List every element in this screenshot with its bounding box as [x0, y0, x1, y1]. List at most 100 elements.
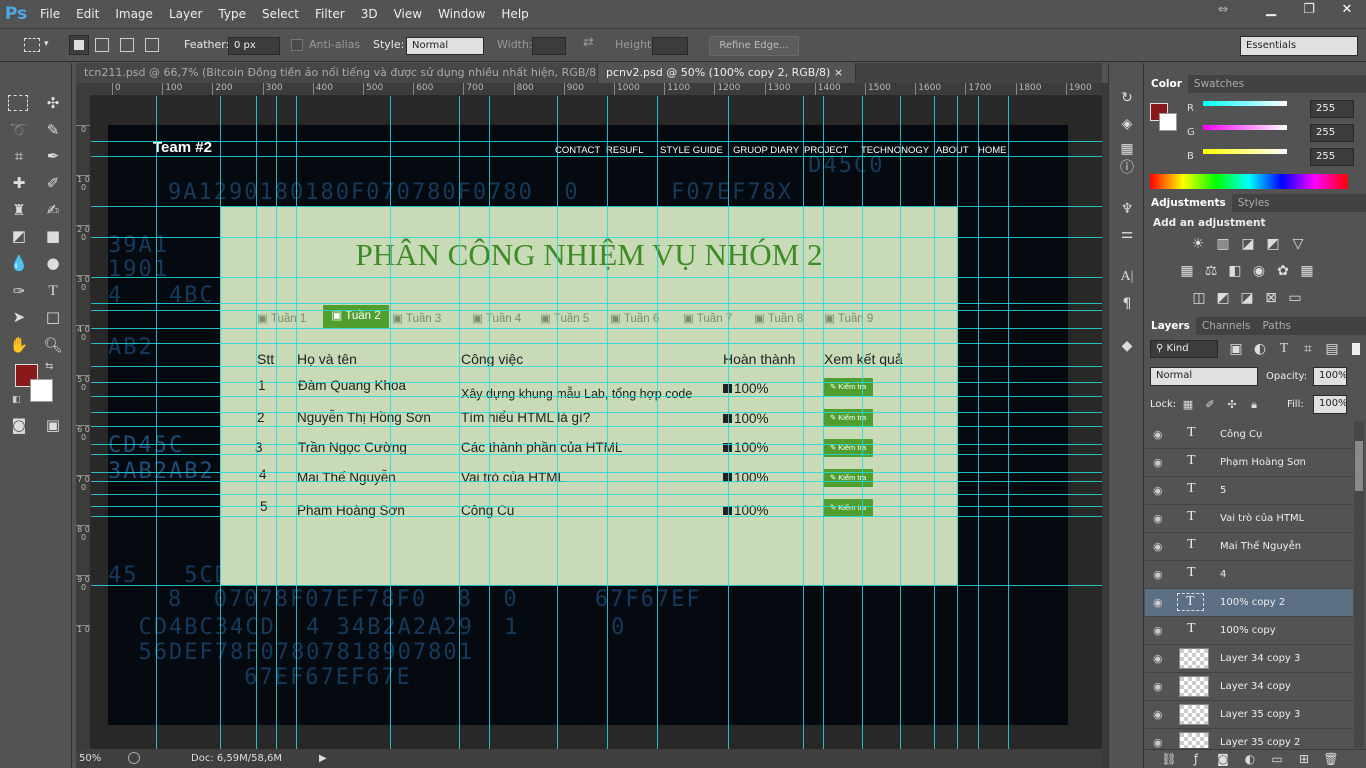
layer-row[interactable]: ◉ Layer 35 copy 3: [1145, 701, 1353, 729]
brush-icon[interactable]: ✐: [40, 171, 66, 195]
gradient-map-icon[interactable]: ▭: [1286, 289, 1304, 307]
history-icon[interactable]: ↻: [1115, 87, 1139, 109]
week-tab-3[interactable]: ▣ Tuần 3: [392, 311, 441, 325]
zoom-icon[interactable]: 🔍︎: [40, 333, 66, 357]
background-color-swatch[interactable]: [30, 379, 53, 402]
close-icon[interactable]: ✕: [1328, 0, 1366, 20]
menu-3d[interactable]: 3D: [353, 0, 386, 28]
eye-icon[interactable]: ◉: [1153, 568, 1163, 581]
check-result-button[interactable]: ✎ Kiểm tra: [823, 499, 873, 517]
levels-icon[interactable]: ▥: [1214, 235, 1232, 253]
layer-row[interactable]: ◉ T 100% copy: [1145, 617, 1353, 645]
eye-icon[interactable]: ◉: [1153, 484, 1163, 497]
guide-line[interactable]: [657, 96, 658, 749]
eye-icon[interactable]: ◉: [1153, 624, 1163, 637]
guide-line[interactable]: [91, 310, 1102, 311]
layer-row[interactable]: ◉ T Công Cụ: [1145, 421, 1353, 449]
add-selection-icon[interactable]: [95, 38, 109, 52]
blur-icon[interactable]: 💧: [6, 251, 32, 275]
black-white-icon[interactable]: ◧: [1226, 262, 1244, 280]
guide-line[interactable]: [489, 96, 490, 749]
eye-icon[interactable]: ◉: [1153, 736, 1163, 748]
guide-line[interactable]: [91, 237, 1102, 238]
restore-icon[interactable]: ❐: [1290, 0, 1328, 20]
lock-position-icon[interactable]: ✣: [1223, 396, 1241, 414]
layer-filter-kind[interactable]: ⚲ Kind: [1150, 340, 1218, 358]
tab-close-icon[interactable]: ×: [834, 66, 843, 79]
guide-line[interactable]: [557, 96, 558, 749]
document-canvas[interactable]: D45C0 9A1290180180F070780F0780 0 F07EF78…: [108, 125, 1068, 725]
color-lookup-icon[interactable]: ▦: [1298, 262, 1316, 280]
week-tab-5[interactable]: ▣ Tuần 5: [540, 311, 589, 325]
hand-icon[interactable]: ✋: [6, 333, 32, 357]
r-input[interactable]: 255: [1310, 100, 1354, 118]
invert-icon[interactable]: ◫: [1190, 289, 1208, 307]
menu-view[interactable]: View: [386, 0, 430, 28]
new-group-icon[interactable]: ▭: [1268, 750, 1286, 768]
resize-arrows-icon[interactable]: ⇔: [1218, 2, 1228, 16]
menu-type[interactable]: Type: [210, 0, 254, 28]
guide-line[interactable]: [91, 585, 1102, 586]
guide-line[interactable]: [91, 366, 1102, 367]
week-tab-1[interactable]: ▣ Tuần 1: [257, 311, 306, 325]
adjustment-layer-icon[interactable]: ◐: [1241, 750, 1259, 768]
week-tab-7[interactable]: ▣ Tuần 7: [683, 311, 732, 325]
gradient-icon[interactable]: ■: [40, 224, 66, 248]
guide-line[interactable]: [91, 516, 1102, 517]
guide-line[interactable]: [823, 96, 824, 749]
horizontal-ruler[interactable]: 0 100 200 300 400 500 600 700 800 900 1000 1100 1200…: [91, 83, 1102, 96]
layer-style-icon[interactable]: ƒ: [1187, 750, 1205, 768]
menu-edit[interactable]: Edit: [68, 0, 107, 28]
3d-icon[interactable]: ◆: [1115, 335, 1139, 357]
guide-line[interactable]: [728, 96, 729, 749]
week-tab-4[interactable]: ▣ Tuần 4: [472, 311, 521, 325]
eye-icon[interactable]: ◉: [1153, 680, 1163, 693]
nav-project[interactable]: PROJECT: [804, 145, 848, 156]
check-result-button[interactable]: ✎ Kiểm tra: [823, 378, 873, 396]
nav-style-guide[interactable]: STYLE GUIDE: [660, 145, 723, 156]
channel-mixer-icon[interactable]: ✿: [1274, 262, 1292, 280]
eraser-icon[interactable]: ◩: [6, 224, 32, 248]
layer-row[interactable]: ◉ T Vai trò của HTML: [1145, 505, 1353, 533]
guide-line[interactable]: [91, 454, 1102, 455]
brightness-icon[interactable]: ☀: [1189, 235, 1207, 253]
zoom-level[interactable]: 50%: [79, 749, 101, 768]
canvas-area[interactable]: D45C0 9A1290180180F070780F0780 0 F07EF78…: [91, 96, 1102, 749]
guide-line[interactable]: [957, 96, 958, 749]
subtract-selection-icon[interactable]: [120, 38, 134, 52]
guide-line[interactable]: [803, 96, 804, 749]
quick-mask-icon[interactable]: ◙: [6, 413, 32, 437]
tab-styles[interactable]: Styles: [1232, 194, 1276, 212]
guide-line[interactable]: [91, 277, 1102, 278]
guide-line[interactable]: [900, 96, 901, 749]
info-icon[interactable]: ⓘ: [1115, 157, 1139, 179]
layer-row[interactable]: ◉ Layer 35 copy 2: [1145, 729, 1353, 748]
guide-line[interactable]: [91, 412, 1102, 413]
new-selection-icon[interactable]: [69, 35, 89, 55]
guide-line[interactable]: [1008, 96, 1009, 749]
menu-help[interactable]: Help: [493, 0, 536, 28]
tab-color[interactable]: Color: [1145, 75, 1188, 93]
menu-window[interactable]: Window: [430, 0, 493, 28]
nav-technonogy[interactable]: TECHNONOGY: [861, 145, 929, 156]
layer-mask-icon[interactable]: ◙: [1214, 750, 1232, 768]
layer-row[interactable]: ◉ Layer 34 copy 3: [1145, 645, 1353, 673]
delete-layer-icon[interactable]: 🗑︎: [1322, 750, 1340, 768]
layer-row-selected[interactable]: ◉ T 100% copy 2: [1145, 589, 1353, 617]
eye-icon[interactable]: ◉: [1153, 708, 1163, 721]
b-slider[interactable]: [1203, 149, 1287, 154]
guide-line[interactable]: [91, 494, 1102, 495]
guide-line[interactable]: [91, 303, 1102, 304]
status-share-icon[interactable]: [128, 752, 140, 764]
new-layer-icon[interactable]: ⊞: [1295, 750, 1313, 768]
actions-icon[interactable]: ◈: [1115, 113, 1139, 135]
layer-row[interactable]: ◉ T 5: [1145, 477, 1353, 505]
r-slider[interactable]: [1203, 101, 1287, 106]
selective-color-icon[interactable]: ⊠: [1262, 289, 1280, 307]
b-input[interactable]: 255: [1310, 148, 1354, 166]
tab-layers[interactable]: Layers: [1145, 317, 1196, 335]
history-brush-icon[interactable]: ✍: [40, 198, 66, 222]
menu-select[interactable]: Select: [254, 0, 307, 28]
guide-line[interactable]: [91, 426, 1102, 427]
healing-brush-icon[interactable]: ✚: [6, 171, 32, 195]
